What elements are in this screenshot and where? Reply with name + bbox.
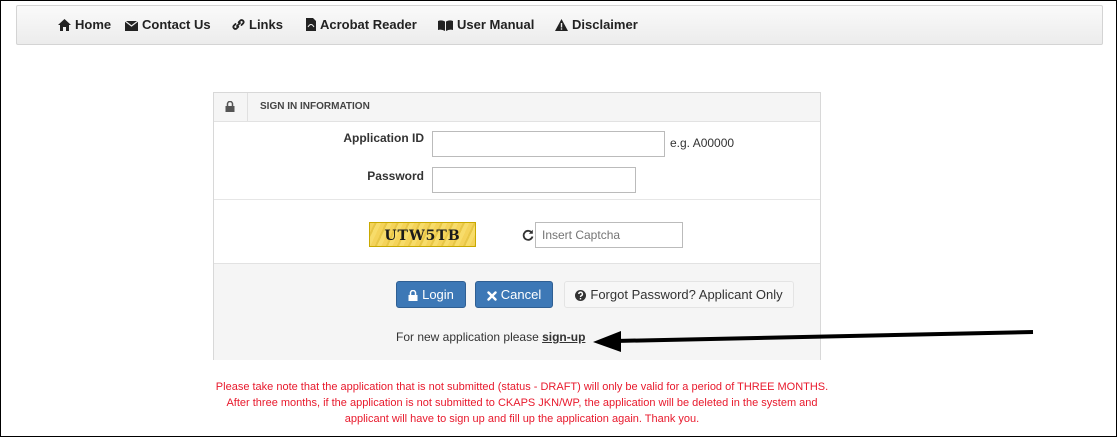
- forgot-password-label: Forgot Password? Applicant Only: [590, 287, 783, 302]
- application-id-hint: e.g. A00000: [670, 136, 735, 150]
- signup-link[interactable]: sign-up: [542, 330, 585, 344]
- cancel-button-label: Cancel: [500, 287, 542, 302]
- panel-header-icon-cell: [214, 93, 248, 121]
- refresh-icon[interactable]: [522, 229, 534, 241]
- page-frame: Home Contact Us Links Acrobat Reader Use…: [0, 0, 1117, 437]
- warning-icon: [555, 19, 568, 31]
- application-id-input[interactable]: [432, 131, 665, 157]
- nav-manual-label: User Manual: [457, 17, 535, 32]
- nav-links[interactable]: Links: [232, 6, 283, 44]
- captcha-image: UTW5TB: [369, 222, 476, 247]
- nav-acrobat[interactable]: Acrobat Reader: [306, 6, 417, 44]
- nav-home-label: Home: [75, 17, 112, 32]
- panel-title: SIGN IN INFORMATION: [260, 101, 370, 112]
- login-button-label: Login: [422, 287, 454, 302]
- link-icon: [232, 19, 245, 30]
- envelope-icon: [124, 20, 139, 31]
- divider: [214, 199, 820, 200]
- signup-prefix: For new application please: [396, 330, 543, 344]
- forgot-password-button[interactable]: Forgot Password? Applicant Only: [564, 281, 794, 308]
- annotation-arrow: [593, 330, 1034, 352]
- password-label: Password: [367, 169, 424, 183]
- times-icon: [487, 291, 497, 301]
- question-icon: [575, 290, 587, 301]
- login-button[interactable]: Login: [396, 281, 466, 308]
- nav-disclaimer-label: Disclaimer: [572, 17, 638, 32]
- password-input[interactable]: [432, 167, 636, 193]
- nav-acrobat-label: Acrobat Reader: [320, 17, 417, 32]
- nav-contact[interactable]: Contact Us: [124, 6, 211, 44]
- signin-panel-header: SIGN IN INFORMATION: [214, 93, 820, 122]
- lock-icon: [225, 101, 235, 112]
- nav-links-label: Links: [249, 17, 283, 32]
- book-icon: [438, 20, 453, 31]
- captcha-text: UTW5TB: [384, 228, 461, 244]
- captcha-row: UTW5TB: [214, 199, 820, 263]
- application-id-label: Application ID: [343, 131, 424, 145]
- captcha-input[interactable]: [535, 222, 683, 248]
- cancel-button[interactable]: Cancel: [475, 281, 553, 308]
- nav-home[interactable]: Home: [58, 6, 111, 44]
- lock-icon: [408, 289, 418, 301]
- home-icon: [58, 19, 71, 31]
- nav-manual[interactable]: User Manual: [438, 6, 534, 44]
- top-navbar: Home Contact Us Links Acrobat Reader Use…: [16, 5, 1103, 45]
- nav-disclaimer[interactable]: Disclaimer: [555, 6, 638, 44]
- nav-contact-label: Contact Us: [142, 17, 211, 32]
- signup-line: For new application please sign-up: [396, 330, 585, 344]
- signin-panel: SIGN IN INFORMATION Application ID e.g. …: [213, 92, 821, 360]
- pdf-file-icon: [306, 18, 316, 31]
- draft-notice: Please take note that the application th…: [215, 381, 829, 425]
